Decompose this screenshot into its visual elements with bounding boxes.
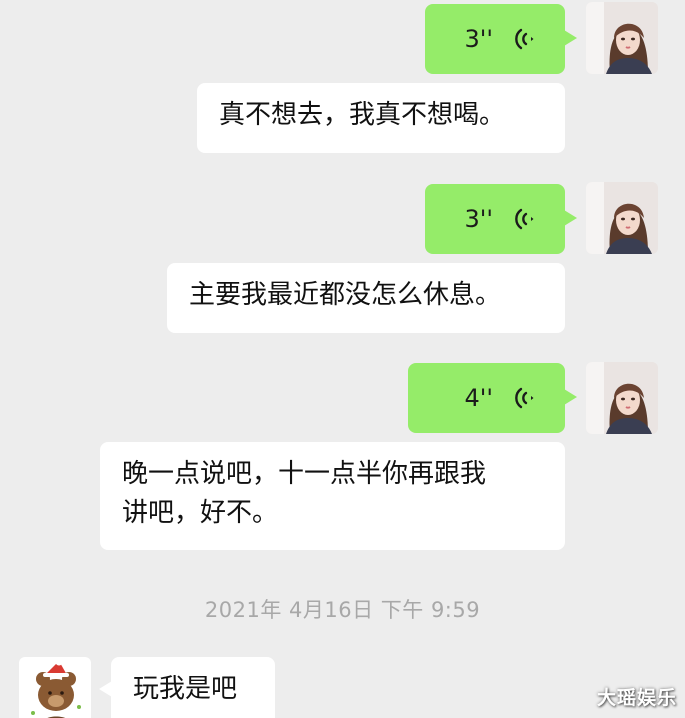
voice-duration: 4'' — [464, 384, 493, 412]
girl-avatar-icon — [586, 362, 658, 434]
message-text-line: 晚一点说吧，十一点半你再跟我 — [122, 459, 487, 489]
self-avatar[interactable] — [586, 182, 658, 254]
voice-message[interactable]: 3'' — [425, 4, 577, 74]
self-avatar[interactable] — [586, 2, 658, 74]
voice-wave-icon — [515, 28, 534, 50]
bear-avatar-icon — [19, 657, 91, 718]
message-text-line: 讲吧，好不。 — [122, 498, 279, 528]
chat-area: 3'' 真不想去，我真不想喝。 3'' 主要我最近都没怎么休息。 4'' 晚一点… — [0, 0, 685, 718]
message-timestamp: 2021年 4月16日 下午 9:59 — [204, 598, 481, 622]
voice-duration: 3'' — [464, 25, 493, 53]
voice-wave-icon — [515, 387, 534, 409]
message-text: 主要我最近都没怎么休息。 — [189, 280, 502, 310]
voice-message[interactable]: 4'' — [408, 363, 577, 433]
text-message[interactable]: 主要我最近都没怎么休息。 — [167, 263, 565, 333]
text-message[interactable]: 真不想去，我真不想喝。 — [197, 83, 565, 153]
incoming-text-message[interactable]: 玩我是吧 — [99, 657, 275, 718]
text-message[interactable]: 晚一点说吧，十一点半你再跟我 讲吧，好不。 — [100, 442, 565, 550]
voice-duration: 3'' — [464, 205, 493, 233]
voice-message[interactable]: 3'' — [425, 184, 577, 254]
message-text: 真不想去，我真不想喝。 — [219, 100, 506, 130]
watermark-logo: 大瑶娱乐 — [596, 687, 677, 709]
message-text: 玩我是吧 — [133, 674, 238, 704]
girl-avatar-icon — [586, 2, 658, 74]
voice-wave-icon — [515, 208, 534, 230]
contact-avatar[interactable] — [19, 657, 91, 718]
self-avatar[interactable] — [586, 362, 658, 434]
girl-avatar-icon — [586, 182, 658, 254]
